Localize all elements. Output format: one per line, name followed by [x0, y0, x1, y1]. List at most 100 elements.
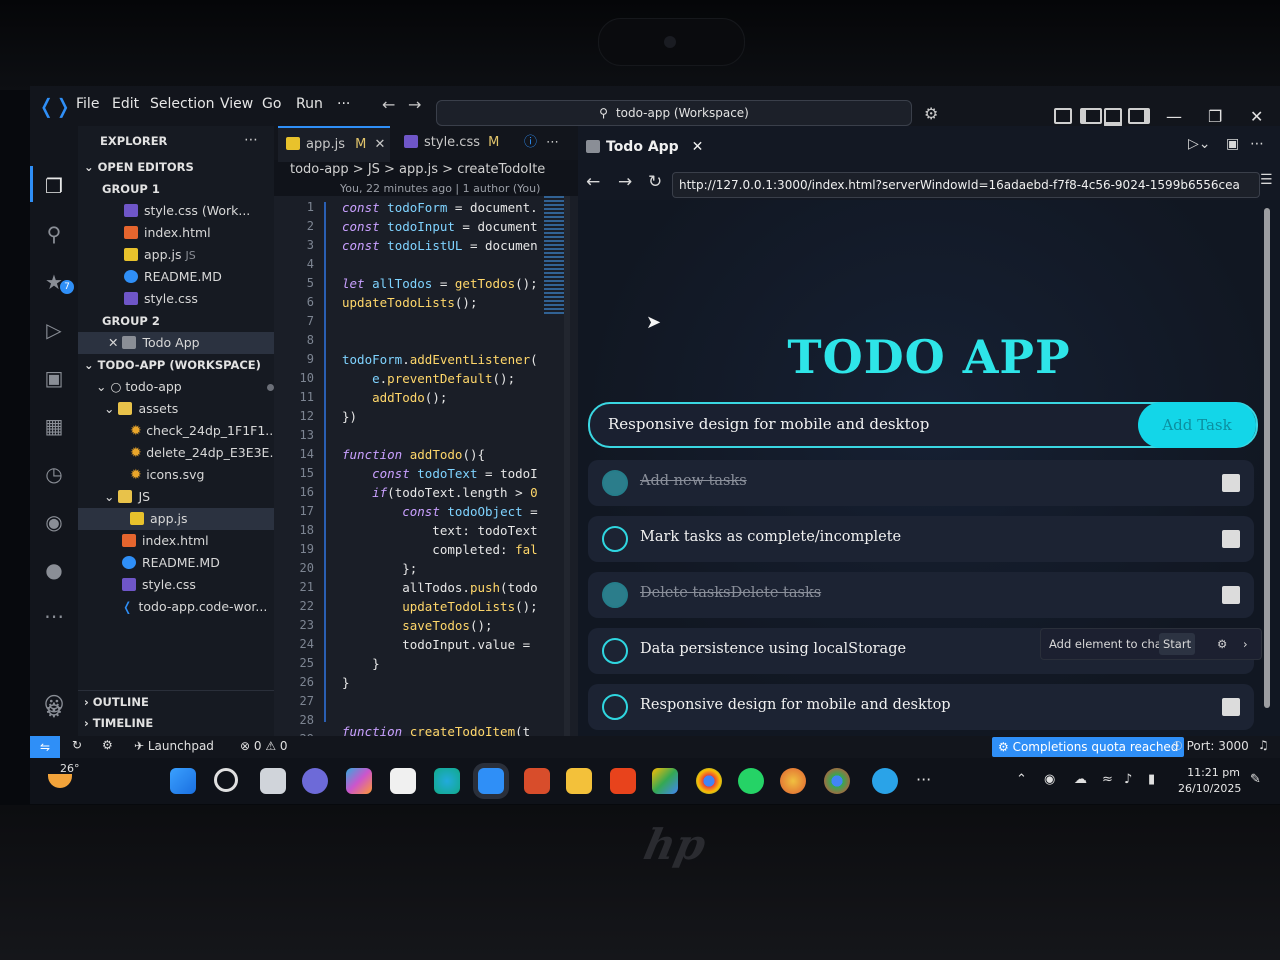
command-center[interactable]: ⚲ todo-app (Workspace): [436, 100, 912, 126]
folder-todo-app[interactable]: ⌄ ○ todo-app: [78, 376, 292, 398]
run-debug-icon[interactable]: ▷: [42, 318, 66, 342]
more-views-icon[interactable]: ⋯: [42, 604, 66, 628]
tray-chevron-up-icon[interactable]: ⌃: [1016, 772, 1027, 787]
start-windows-icon[interactable]: [170, 768, 196, 794]
volume-icon[interactable]: ♪: [1124, 772, 1132, 787]
browser-forward-icon[interactable]: →: [618, 172, 632, 192]
search-icon[interactable]: ⚲: [42, 222, 66, 246]
task-view-icon[interactable]: [260, 768, 286, 794]
delete-icon[interactable]: [1222, 586, 1240, 604]
open-editors-header[interactable]: ⌄ OPEN EDITORS: [78, 156, 280, 178]
close-tab-icon[interactable]: ✕: [692, 139, 704, 155]
store-icon[interactable]: [390, 768, 416, 794]
explorer-icon[interactable]: ❐: [42, 174, 66, 198]
whatsapp-icon[interactable]: [738, 768, 764, 794]
folder-js[interactable]: ⌄ JS: [78, 486, 300, 508]
folder-assets[interactable]: ⌄ assets: [78, 398, 300, 420]
toggle-sidebar-icon[interactable]: [1080, 108, 1102, 124]
back-arrow-icon[interactable]: ←: [382, 95, 395, 114]
extension-status-icon[interactable]: ⚙: [102, 738, 113, 752]
github-icon[interactable]: ●: [42, 558, 66, 582]
tab-app-js[interactable]: app.js M ✕: [278, 126, 390, 162]
restore-icon[interactable]: ❐: [1208, 107, 1222, 126]
chevron-right-icon[interactable]: ›: [1243, 629, 1248, 659]
complete-checkbox-icon[interactable]: [602, 582, 628, 608]
complete-checkbox-icon[interactable]: [602, 638, 628, 664]
search-icon[interactable]: [214, 768, 238, 792]
onedrive-icon[interactable]: ☁: [1074, 772, 1087, 787]
browser-back-icon[interactable]: ←: [586, 172, 600, 192]
start-button[interactable]: Start: [1159, 633, 1196, 655]
minimap[interactable]: [544, 196, 566, 316]
menu-run[interactable]: Run: [296, 96, 323, 112]
telegram-icon[interactable]: [872, 768, 898, 794]
remote-icon[interactable]: ⇋: [30, 736, 60, 758]
todo-item[interactable]: Responsive design for mobile and desktop: [588, 684, 1254, 730]
complete-checkbox-icon[interactable]: [602, 470, 628, 496]
settings-gear-icon[interactable]: ⚙: [1217, 629, 1227, 659]
launchpad-item[interactable]: ✈ Launchpad: [134, 739, 214, 753]
open-editor-todo-app-preview[interactable]: ✕ Todo App: [78, 332, 304, 354]
layout-customize-icon[interactable]: [1054, 108, 1072, 124]
tab-todo-app-preview[interactable]: Todo App ✕: [586, 132, 703, 162]
info-icon[interactable]: ⓘ: [524, 126, 537, 160]
extensions-icon[interactable]: ▦: [42, 414, 66, 438]
remote-explorer-icon[interactable]: ▣: [42, 366, 66, 390]
notification-center-icon[interactable]: ✎: [1250, 772, 1261, 787]
run-icon[interactable]: ▷⌄: [1188, 136, 1211, 152]
tray-app-icon[interactable]: ◉: [1044, 772, 1055, 787]
url-input[interactable]: http://127.0.0.1:3000/index.html?serverW…: [672, 172, 1260, 198]
port-indicator[interactable]: ☉ Port: 3000: [1172, 739, 1249, 753]
sync-icon[interactable]: ↻: [72, 738, 82, 752]
chrome-profile-icon[interactable]: [780, 768, 806, 794]
figma-icon[interactable]: [524, 768, 550, 794]
editor-scrollbar[interactable]: [564, 196, 570, 736]
clock-date[interactable]: 26/10/2025: [1178, 782, 1241, 795]
chrome-icon[interactable]: [696, 768, 722, 794]
reload-icon[interactable]: ↻: [648, 172, 662, 192]
timeline-section[interactable]: › TIMELINE: [78, 712, 280, 734]
forward-arrow-icon[interactable]: →: [408, 95, 421, 114]
menu-go[interactable]: Go: [262, 96, 281, 112]
battery-icon[interactable]: ▮: [1148, 772, 1155, 787]
add-task-button[interactable]: Add Task: [1138, 402, 1256, 448]
menu-selection[interactable]: Selection: [150, 96, 215, 112]
edge-browser-icon[interactable]: [434, 768, 460, 794]
copilot-icon[interactable]: ⚙: [924, 104, 938, 123]
workspace-header[interactable]: ⌄ TODO-APP (WORKSPACE): [78, 354, 280, 376]
testing-icon[interactable]: ◉: [42, 510, 66, 534]
vscode-taskbar-icon[interactable]: [478, 768, 504, 794]
file-explorer-icon[interactable]: [566, 768, 592, 794]
toggle-secondary-sidebar-icon[interactable]: [1128, 108, 1150, 124]
google-drive-icon[interactable]: [652, 768, 678, 794]
explorer-more-icon[interactable]: ⋯: [244, 132, 258, 148]
media-player-icon[interactable]: [610, 768, 636, 794]
panel-more-icon[interactable]: ⋯: [1250, 136, 1264, 152]
notifications-bell-icon[interactable]: ♫: [1258, 738, 1269, 752]
completions-quota-badge[interactable]: ⚙ Completions quota reached: [992, 737, 1185, 757]
taskbar-more-icon[interactable]: ···: [916, 770, 931, 789]
todo-item[interactable]: Mark tasks as complete/incomplete: [588, 516, 1254, 562]
tab-style-css[interactable]: style.css M: [398, 126, 504, 160]
close-window-icon[interactable]: ✕: [1250, 107, 1263, 126]
menu-more[interactable]: ···: [337, 96, 350, 112]
menu-view[interactable]: View: [220, 96, 253, 112]
git-graph-icon[interactable]: ◷: [42, 462, 66, 486]
copilot-app-icon[interactable]: [346, 768, 372, 794]
editor-more-icon[interactable]: ⋯: [546, 126, 559, 160]
delete-icon[interactable]: [1222, 530, 1240, 548]
preview-scrollbar[interactable]: [1264, 208, 1270, 708]
menu-edit[interactable]: Edit: [112, 96, 139, 112]
browser-menu-icon[interactable]: ☰: [1260, 172, 1273, 188]
clock-time[interactable]: 11:21 pm: [1182, 766, 1240, 779]
close-icon[interactable]: ✕: [108, 335, 122, 350]
wifi-icon[interactable]: ≈: [1102, 772, 1113, 787]
settings-gear-icon[interactable]: ⚙: [42, 698, 66, 722]
outline-section[interactable]: › OUTLINE: [78, 690, 280, 713]
delete-icon[interactable]: [1222, 474, 1240, 492]
todo-item[interactable]: Delete tasksDelete tasks: [588, 572, 1254, 618]
complete-checkbox-icon[interactable]: [602, 694, 628, 720]
code-editor[interactable]: 1 2 3 4 5 6 7 8 9 10 11 12 13 14 15 16 17 18 19 20 21 22 23 24 2…: [274, 196, 578, 736]
problems-indicator[interactable]: ⊗ 0 ⚠ 0: [240, 739, 288, 753]
close-tab-icon[interactable]: ✕: [375, 137, 386, 152]
